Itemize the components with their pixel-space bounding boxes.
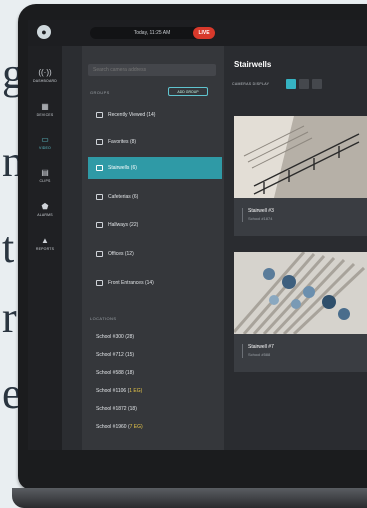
- group-item-selected[interactable]: Stairwells (6): [88, 157, 222, 179]
- folder-icon: [96, 138, 103, 145]
- broadcast-icon: ((·)): [38, 68, 52, 77]
- main-content: Stairwells CAMERAS DISPLAY Stairwell #3 …: [224, 46, 367, 450]
- group-label: Hallways (22): [108, 222, 139, 228]
- location-label: School #1106 (: [96, 388, 130, 394]
- nav-label: DEVICES: [36, 113, 54, 117]
- nav-label: CLIPS: [39, 179, 51, 183]
- nav-alarms[interactable]: ⬟ ALARMS: [28, 202, 62, 218]
- clip-icon: ▤: [41, 168, 49, 177]
- location-item[interactable]: School #1960 (7 EG): [96, 424, 143, 430]
- location-item[interactable]: School #712 (15): [96, 352, 134, 358]
- nav-clips[interactable]: ▤ CLIPS: [28, 168, 62, 184]
- group-label: Stairwells (6): [108, 165, 137, 171]
- location-label: School #588 (18): [96, 370, 135, 376]
- nav-label: DASHBOARD: [33, 79, 57, 83]
- folder-icon: [96, 279, 103, 286]
- nav-rail: ((·)) DASHBOARD ▦ DEVICES ▭ VIDEO ▤ CLIP…: [28, 46, 62, 450]
- stairwell-crowd-photo: [234, 252, 367, 334]
- search-input[interactable]: [88, 64, 216, 76]
- folder-icon: [96, 193, 103, 200]
- camera-feed-image: [234, 252, 367, 334]
- live-button[interactable]: LIVE: [193, 27, 215, 39]
- location-label: School #712 (15): [96, 352, 135, 358]
- group-item[interactable]: Cafeterias (6): [88, 186, 222, 208]
- camera-divider: [242, 208, 243, 222]
- groups-panel: GROUPS ADD GROUP Recently Viewed (14) Fa…: [82, 46, 224, 450]
- location-item[interactable]: School #1106 (1 EG): [96, 388, 142, 394]
- folder-icon: [96, 111, 103, 118]
- location-label: School #300 (28): [96, 334, 135, 340]
- location-alert: 7 EG): [129, 424, 143, 430]
- group-label: Front Entrances (14): [108, 280, 154, 286]
- group-item[interactable]: Front Entrances (14): [88, 272, 222, 294]
- grid-icon: ▦: [41, 102, 49, 111]
- group-item[interactable]: Recently Viewed (14): [88, 104, 222, 126]
- group-label: Offices (12): [108, 251, 134, 257]
- nav-dashboard[interactable]: ((·)) DASHBOARD: [28, 68, 62, 84]
- nav-label: REPORTS: [35, 247, 55, 251]
- add-group-button[interactable]: ADD GROUP: [168, 87, 208, 96]
- location-label: School #1960 (: [96, 424, 130, 430]
- camera-divider: [242, 344, 243, 358]
- nav-devices[interactable]: ▦ DEVICES: [28, 102, 62, 118]
- group-label: Recently Viewed (14): [108, 112, 156, 118]
- layout-2-button[interactable]: [299, 79, 309, 89]
- display-label: CAMERAS DISPLAY: [232, 82, 270, 86]
- folder-icon: [96, 221, 103, 228]
- folder-icon: [96, 250, 103, 257]
- location-item[interactable]: School #300 (28): [96, 334, 134, 340]
- camera-location: School #1874: [248, 216, 273, 221]
- logo-icon[interactable]: ●: [37, 25, 51, 39]
- group-item[interactable]: Offices (12): [88, 243, 222, 265]
- group-item[interactable]: Hallways (22): [88, 214, 222, 236]
- folder-icon: [96, 164, 103, 171]
- group-label: Favorites (8): [108, 139, 137, 145]
- stairwell-photo: [234, 116, 367, 198]
- location-alert: 1 EG): [129, 388, 143, 394]
- video-icon: ▭: [41, 135, 49, 144]
- groups-heading: GROUPS: [90, 90, 110, 95]
- page-title: Stairwells: [234, 60, 272, 69]
- background-letter: r: [2, 293, 17, 342]
- nav-video[interactable]: ▭ VIDEO: [28, 135, 62, 151]
- locations-heading: LOCATIONS: [90, 316, 117, 321]
- nav-reports[interactable]: ▲ REPORTS: [28, 236, 62, 252]
- app-screen: ● Today, 11:25 AM LIVE ((·)) DASHBOARD ▦…: [28, 20, 367, 450]
- chart-icon: ▲: [41, 236, 49, 245]
- location-label: School #1872 (18): [96, 406, 137, 412]
- nav-label: ALARMS: [37, 213, 53, 217]
- camera-name: Stairwell #3: [248, 208, 274, 214]
- laptop-base: [12, 488, 367, 508]
- group-item[interactable]: Favorites (8): [88, 131, 222, 153]
- group-label: Cafeterias (6): [108, 194, 139, 200]
- layout-1-button[interactable]: [286, 79, 296, 89]
- location-item[interactable]: School #588 (18): [96, 370, 134, 376]
- camera-location: School #588: [248, 352, 271, 357]
- nav-label: VIDEO: [39, 146, 51, 150]
- shield-icon: ⬟: [41, 202, 49, 211]
- top-bar: ● Today, 11:25 AM LIVE: [28, 20, 367, 46]
- camera-tile[interactable]: Stairwell #3 School #1874: [234, 116, 367, 236]
- location-item[interactable]: School #1872 (18): [96, 406, 137, 412]
- layout-3-button[interactable]: [312, 79, 322, 89]
- background-letter: t: [2, 223, 15, 272]
- camera-name: Stairwell #7: [248, 344, 274, 350]
- camera-tile[interactable]: Stairwell #7 School #588: [234, 252, 367, 372]
- camera-feed-image: [234, 116, 367, 198]
